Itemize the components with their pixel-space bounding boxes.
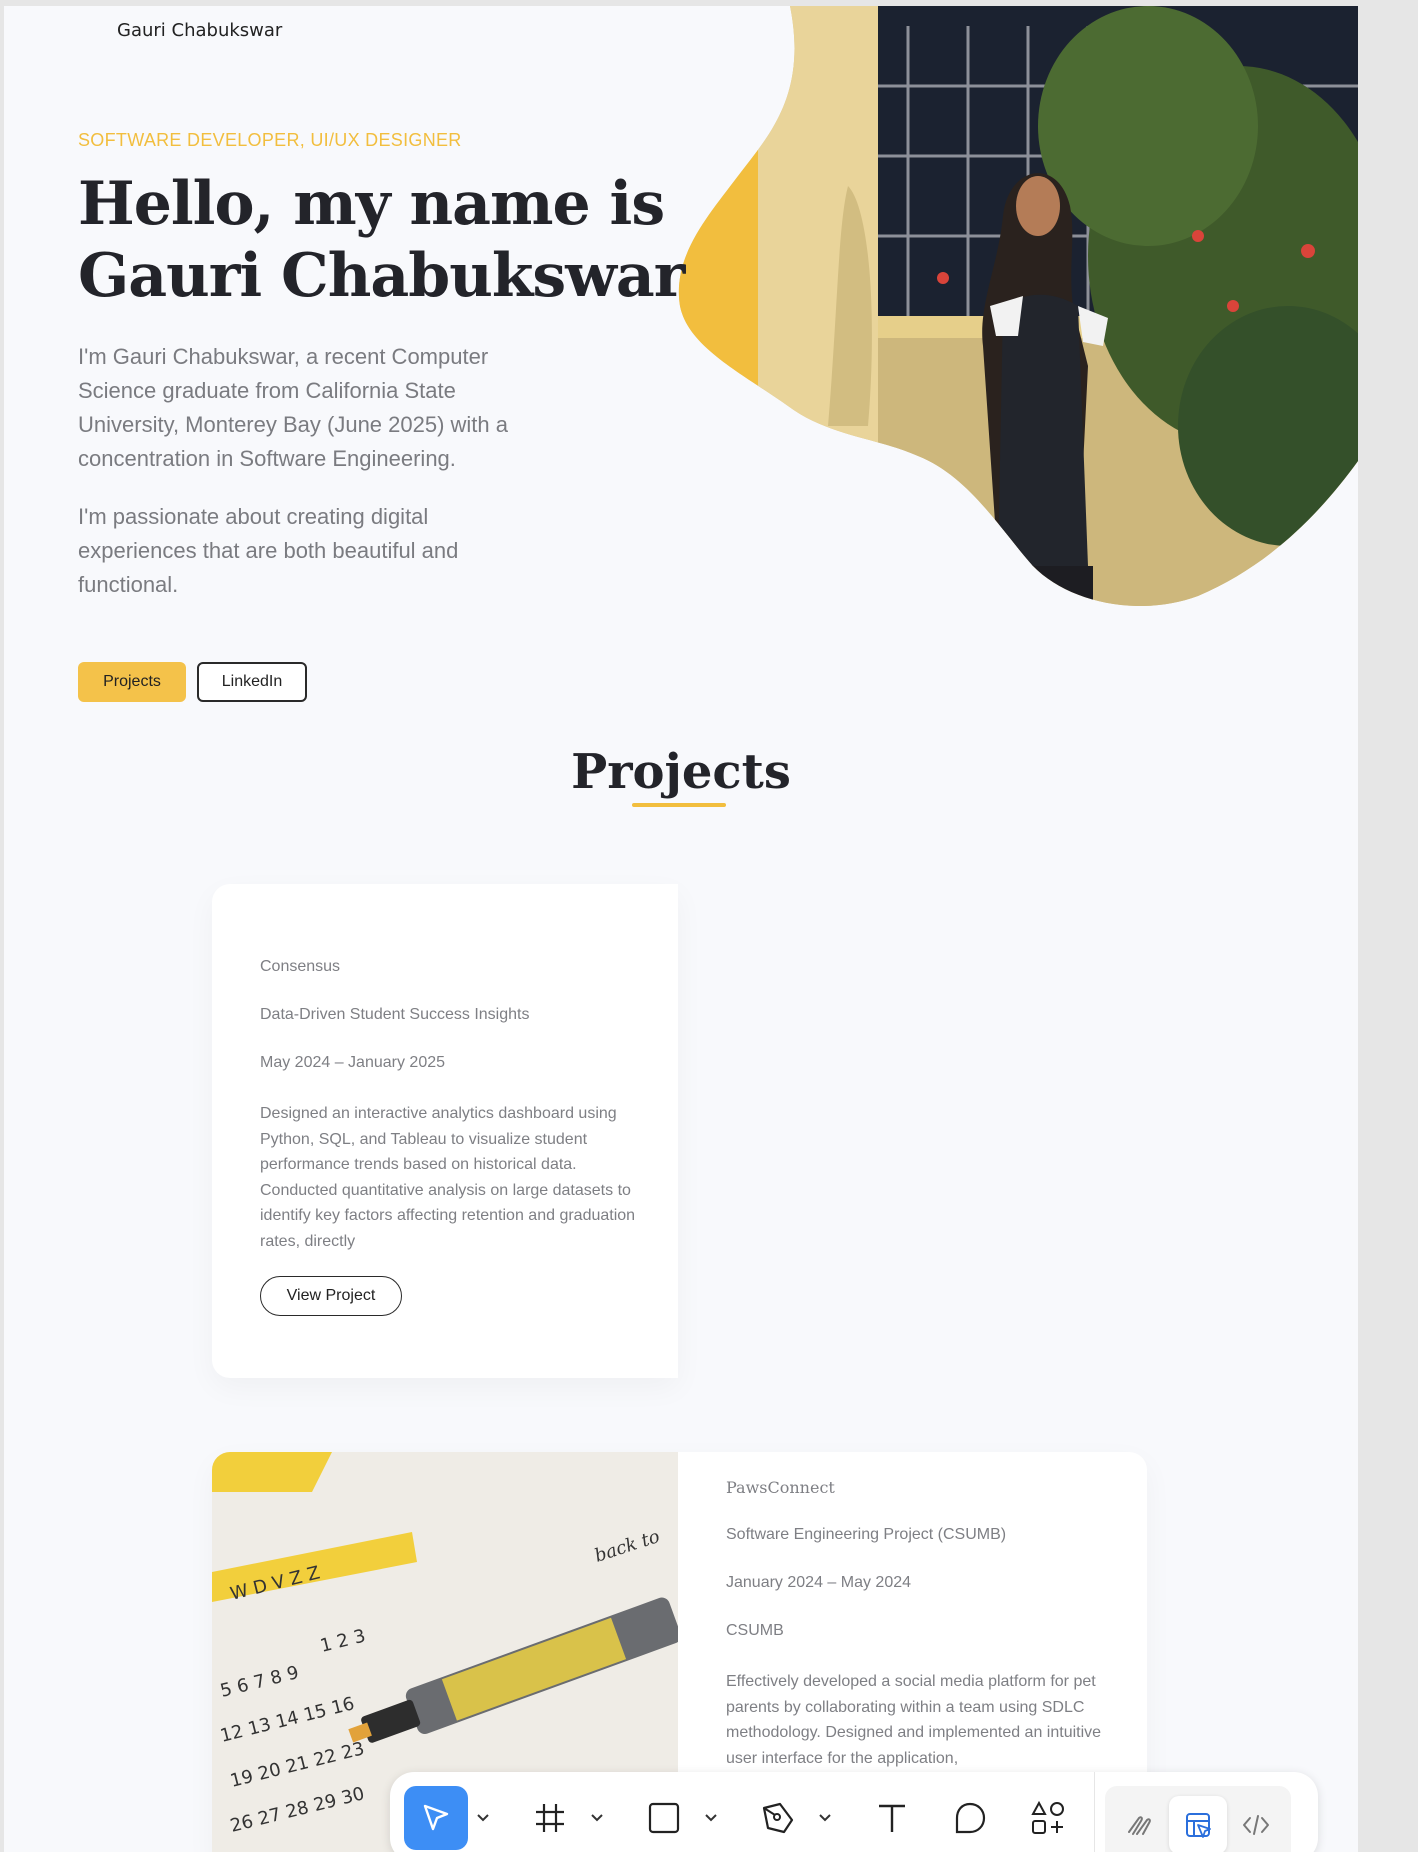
pen-nib-icon <box>762 1802 794 1834</box>
projects-button[interactable]: Projects <box>78 662 186 702</box>
rectangle-icon <box>648 1802 680 1834</box>
design-mode-button[interactable] <box>1169 1796 1227 1852</box>
project-date: May 2024 – January 2025 <box>260 1054 446 1071</box>
frame-hash-icon <box>536 1804 564 1832</box>
project-date: January 2024 – May 2024 <box>726 1574 912 1591</box>
scribble-icon <box>1128 1816 1151 1835</box>
site-logo[interactable]: Gauri Chabukswar <box>117 20 282 41</box>
frame-tool-dropdown[interactable] <box>582 1786 612 1850</box>
comment-tool-button[interactable] <box>938 1786 1002 1850</box>
design-toolbar <box>390 1772 1318 1852</box>
hero-title: Hello, my name is Gauri Chabukswar <box>78 168 698 312</box>
draw-mode-button[interactable] <box>1111 1796 1169 1852</box>
chevron-down-icon <box>705 1814 717 1822</box>
design-layout-icon <box>1186 1813 1211 1838</box>
mode-switcher <box>1105 1786 1291 1852</box>
hero-subtitle: SOFTWARE DEVELOPER, UI/UX DESIGNER <box>78 130 462 150</box>
dev-mode-button[interactable] <box>1227 1796 1285 1852</box>
project-description: Effectively developed a social media pla… <box>726 1673 1102 1767</box>
project-organization: CSUMB <box>726 1622 784 1639</box>
toolbar-divider <box>1094 1772 1095 1852</box>
hero-title-line-2: Gauri Chabukswar <box>78 241 685 311</box>
linkedin-button[interactable]: LinkedIn <box>197 662 307 702</box>
shapes-plus-icon <box>1031 1800 1064 1834</box>
project-card-consensus: Consensus Data-Driven Student Success In… <box>212 884 678 1378</box>
chevron-down-icon <box>819 1814 831 1822</box>
hero-intro-paragraph-2: I'm passionate about creating digital ex… <box>78 504 459 597</box>
section-title-underline <box>632 803 726 807</box>
text-tool-button[interactable] <box>860 1786 924 1850</box>
move-tool-button[interactable] <box>404 1786 468 1850</box>
shape-tool-dropdown[interactable] <box>696 1786 726 1850</box>
move-tool-dropdown[interactable] <box>468 1786 498 1850</box>
code-brackets-icon <box>1243 1815 1269 1835</box>
project-name: PawsConnect <box>726 1478 835 1497</box>
project-subtitle: Software Engineering Project (CSUMB) <box>726 1526 1007 1543</box>
chevron-down-icon <box>591 1814 603 1822</box>
hero-portrait-image <box>678 6 1358 606</box>
frame-tool-button[interactable] <box>518 1786 582 1850</box>
pen-tool-button[interactable] <box>746 1786 810 1850</box>
portfolio-page: Gauri Chabukswar SOFTWARE DEVELOPER, UI/… <box>4 6 1358 1852</box>
view-project-button[interactable]: View Project <box>260 1276 402 1316</box>
hero-title-line-1: Hello, my name is <box>78 169 665 239</box>
chevron-down-icon <box>477 1814 489 1822</box>
project-subtitle: Data-Driven Student Success Insights <box>260 1006 530 1023</box>
pen-tool-dropdown[interactable] <box>810 1786 840 1850</box>
actions-tool-button[interactable] <box>1016 1786 1080 1850</box>
shape-tool-button[interactable] <box>632 1786 696 1850</box>
project-description: Designed an interactive analytics dashbo… <box>260 1105 636 1250</box>
projects-section-title: Projects <box>571 744 791 800</box>
project-name: Consensus <box>260 958 341 975</box>
text-t-icon <box>879 1804 905 1832</box>
comment-bubble-icon <box>955 1802 986 1834</box>
cursor-arrow-icon <box>423 1804 449 1831</box>
hero-intro-paragraph-1: I'm Gauri Chabukswar, a recent Computer … <box>78 344 508 471</box>
